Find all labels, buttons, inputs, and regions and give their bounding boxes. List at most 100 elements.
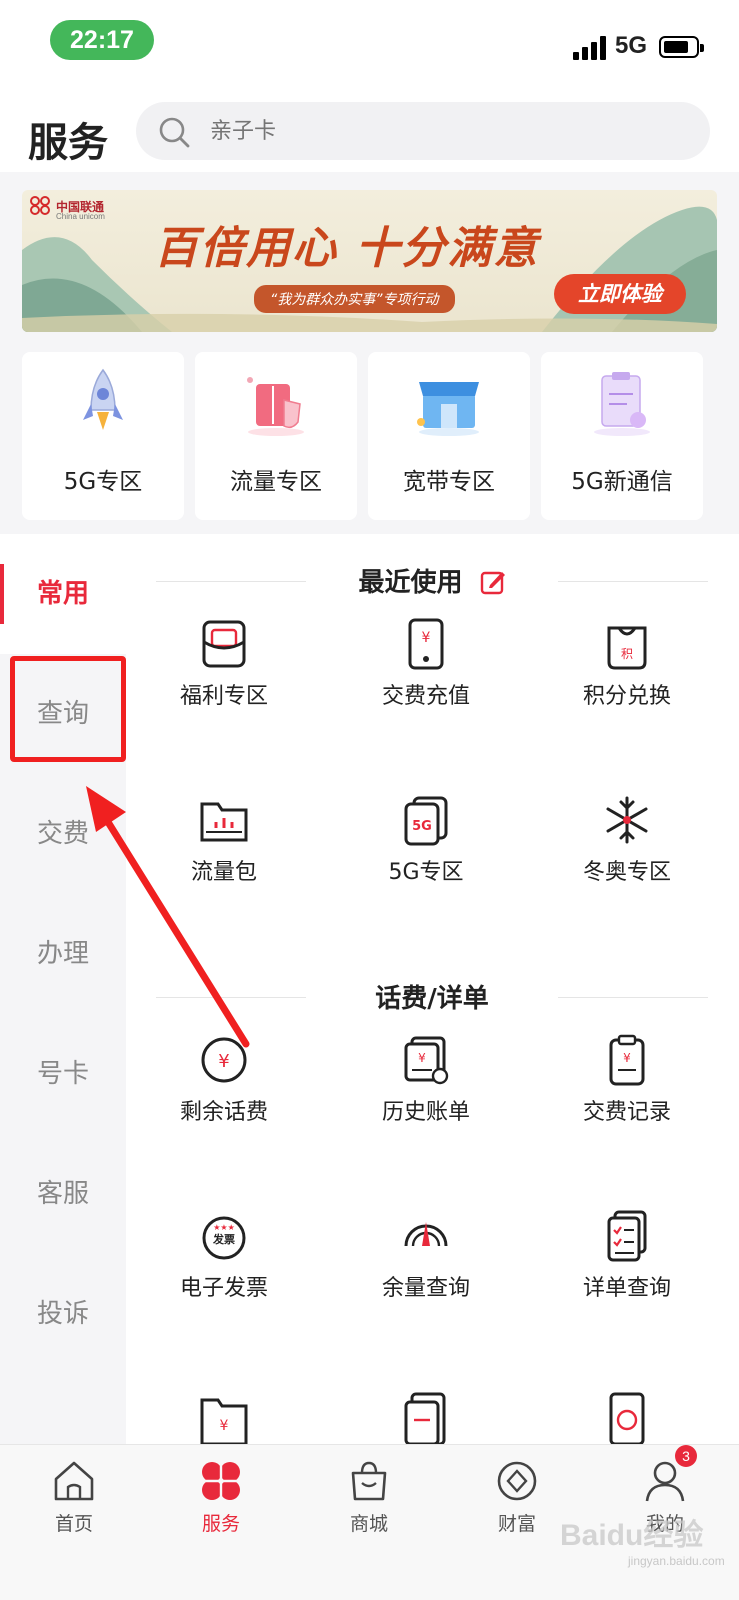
grid-item-balance[interactable]: ¥ 剩余话费 (134, 1034, 314, 1144)
grid-item-welfare[interactable]: 福利专区 (134, 618, 314, 728)
sidebar-item-support[interactable]: 客服 (0, 1134, 126, 1254)
partial-folder-icon: ¥ (200, 1398, 248, 1444)
sidebar-item-payment[interactable]: 交费 (0, 774, 126, 894)
tab-label: 服务 (201, 1513, 240, 1535)
zone-label: 流量专区 (230, 469, 322, 495)
invoice-icon: 发票 ★★★ (202, 1216, 246, 1260)
service-clover-icon (201, 1461, 241, 1501)
signal-icon (573, 36, 609, 60)
service-content: 最近使用 福利专区 ¥ 交费充值 积 积分兑换 流量包 5G 5G专区 冬奥专区… (126, 534, 739, 1444)
zone-label: 5G专区 (63, 469, 143, 495)
notification-badge: 3 (675, 1445, 697, 1467)
partial-bill-icon (404, 1392, 446, 1444)
promo-banner[interactable]: 中国联通 China unicom 百倍用心 十分满意 “我为群众办实事”专项行… (22, 190, 717, 332)
grid-item-label: 积分兑换 (582, 684, 671, 709)
phone-recharge-icon: ¥ (408, 618, 444, 670)
grid-item-label: 余量查询 (381, 1276, 470, 1301)
svg-text:¥: ¥ (623, 1051, 631, 1065)
brand-name-en: China unicom (56, 212, 105, 221)
partial-refund-icon (609, 1392, 645, 1444)
rocket-icon (83, 368, 123, 430)
status-bar: 22:17 5G (0, 0, 739, 92)
zone-card-traffic[interactable]: 流量专区 (195, 352, 357, 520)
header: 服务 (0, 92, 739, 172)
zone-card-broadband[interactable]: 宽带专区 (368, 352, 530, 520)
section-title-recent: 最近使用 (156, 562, 708, 599)
watermark-url: jingyan.baidu.com (628, 1554, 725, 1568)
tab-service[interactable]: 服务 (147, 1445, 295, 1555)
svg-text:¥: ¥ (218, 1051, 229, 1072)
yuan-circle-icon: ¥ (201, 1037, 247, 1083)
checklist-icon (607, 1210, 647, 1262)
search-input[interactable] (210, 102, 670, 160)
traffic-icon (247, 377, 304, 436)
welfare-icon (202, 620, 246, 668)
grid-item-5g[interactable]: 5G 5G专区 (336, 794, 516, 904)
svg-text:¥: ¥ (418, 1051, 426, 1065)
battery-icon (659, 36, 704, 58)
zone-label: 5G新通信 (571, 469, 673, 495)
network-label: 5G (615, 32, 648, 59)
section-title-text: 最近使用 (358, 568, 463, 598)
grid-item-payment-record[interactable]: ¥ 交费记录 (537, 1034, 717, 1144)
search-bar[interactable] (136, 102, 710, 160)
grid-item-history-bill[interactable]: ¥ 历史账单 (336, 1034, 516, 1144)
grid-item-label: 福利专区 (179, 684, 268, 709)
search-icon (159, 117, 190, 148)
svg-text:¥: ¥ (422, 630, 431, 646)
banner-cta-button[interactable]: 立即体验 (554, 274, 686, 314)
5g-cards-icon: 5G (404, 796, 448, 846)
tab-mall[interactable]: 商城 (295, 1445, 443, 1555)
points-bag-icon: 积 (607, 626, 647, 670)
unicom-logo-icon (30, 196, 50, 215)
home-icon (54, 1461, 94, 1501)
svg-text:发票: 发票 (212, 1232, 235, 1246)
grid-item-label: 冬奥专区 (582, 860, 671, 885)
status-time: 22:17 (50, 20, 154, 60)
new-communication-icon (594, 372, 650, 436)
grid-item-label: 流量包 (190, 860, 257, 885)
annotation-highlight-box (10, 656, 126, 762)
grid-item-recharge[interactable]: ¥ 交费充值 (336, 618, 516, 728)
banner-subtitle: “我为群众办实事”专项行动 (254, 285, 455, 313)
zone-card-5g[interactable]: 5G专区 (22, 352, 184, 520)
edit-icon[interactable] (480, 569, 506, 595)
grid-item-label: 电子发票 (179, 1276, 268, 1301)
sidebar-item-handle[interactable]: 办理 (0, 894, 126, 1014)
history-bill-icon: ¥ (404, 1036, 449, 1085)
zone-label: 宽带专区 (403, 469, 495, 495)
grid-item-data-pack[interactable]: 流量包 (134, 794, 314, 904)
grid-item-label: 交费充值 (381, 684, 470, 709)
svg-text:积: 积 (621, 647, 633, 661)
grid-item-detail-query[interactable]: 详单查询 (537, 1210, 717, 1320)
svg-text:★★★: ★★★ (213, 1223, 235, 1232)
banner-title: 百倍用心 十分满意 (154, 223, 540, 274)
page-title: 服务 (28, 120, 108, 166)
grid-item-label: 剩余话费 (179, 1100, 268, 1125)
sidebar-item-sim[interactable]: 号卡 (0, 1014, 126, 1134)
zone-card-new-comm[interactable]: 5G新通信 (541, 352, 703, 520)
broadband-store-icon (417, 382, 479, 436)
tab-label: 首页 (54, 1513, 93, 1535)
watermark-text: Baidu经验 (560, 1519, 704, 1552)
zone-cards: 5G专区 流量专区 宽带专区 5G新通信 (22, 352, 739, 520)
wealth-icon (497, 1461, 537, 1501)
sidebar-item-common[interactable]: 常用 (0, 534, 126, 654)
grid-item-label: 详单查询 (582, 1276, 671, 1301)
grid-item-invoice[interactable]: 发票 ★★★ 电子发票 (134, 1210, 314, 1320)
tab-home[interactable]: 首页 (0, 1445, 148, 1555)
payment-record-icon: ¥ (609, 1034, 645, 1086)
grid-item-winter-olympics[interactable]: 冬奥专区 (537, 794, 717, 904)
grid-item-remaining[interactable]: 余量查询 (336, 1210, 516, 1320)
grid-item-label: 交费记录 (582, 1100, 671, 1125)
shopping-bag-icon (351, 1461, 387, 1501)
grid-item-points[interactable]: 积 积分兑换 (537, 618, 717, 728)
svg-text:5G: 5G (412, 819, 432, 834)
svg-text:¥: ¥ (220, 1418, 229, 1434)
data-folder-icon (200, 802, 248, 842)
snowflake-icon (606, 796, 648, 844)
grid-item-label: 历史账单 (381, 1100, 470, 1125)
sidebar-item-complaint[interactable]: 投诉 (0, 1254, 126, 1374)
tab-label: 商城 (349, 1513, 388, 1535)
grid-item-label: 5G专区 (388, 860, 464, 885)
